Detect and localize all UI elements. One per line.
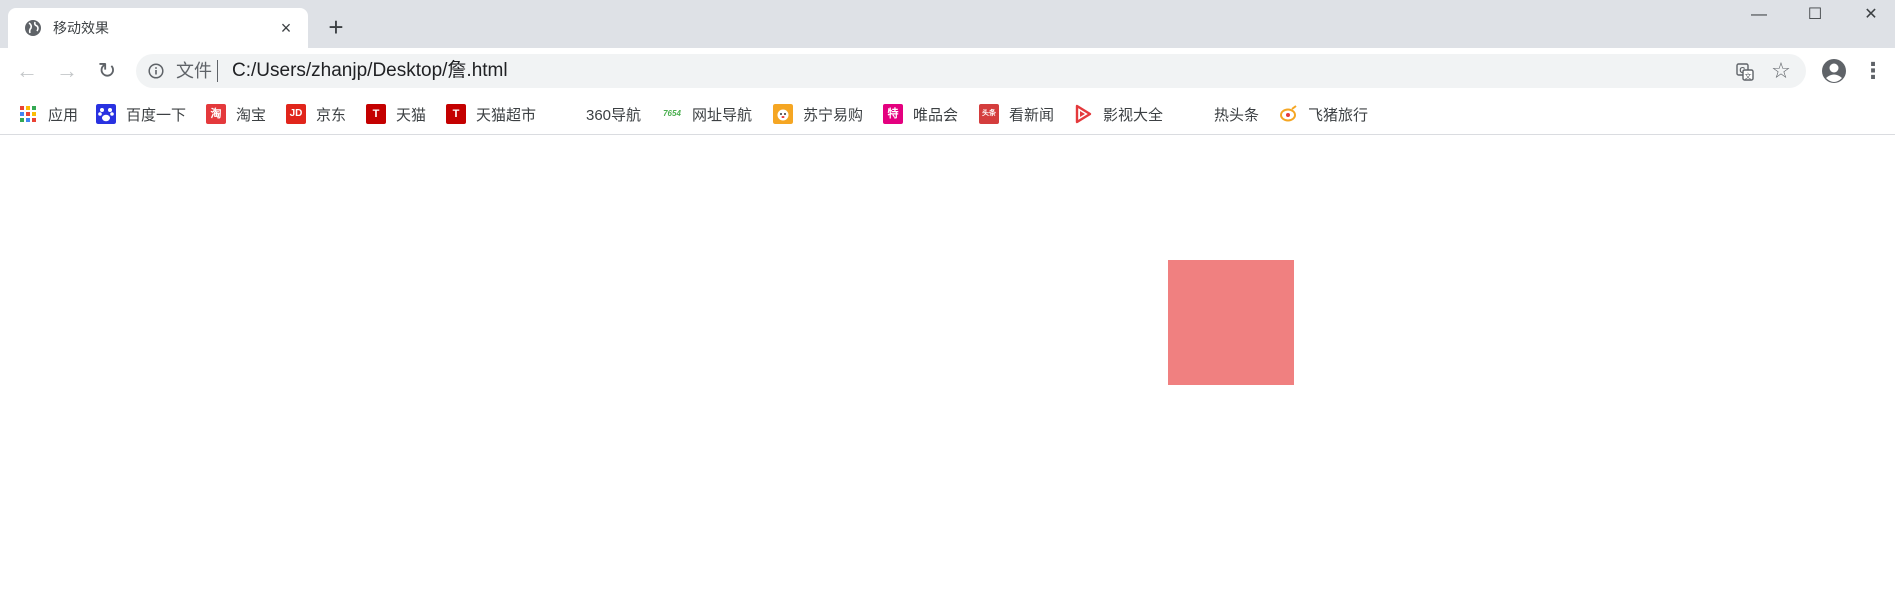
back-button[interactable]: ←: [12, 56, 42, 86]
bookmark-label: 网址导航: [692, 106, 753, 124]
url-text[interactable]: C:/Users/zhanjp/Desktop/詹.html: [232, 60, 508, 82]
close-tab-icon[interactable]: ×: [276, 18, 296, 38]
bookmarks-bar: 应用 百度一下 淘 淘宝 JD 京东 T 天猫 T 天猫超市 360导航 765…: [0, 94, 1895, 135]
tmall-supermarket-icon: T: [446, 104, 466, 124]
blank-icon: [556, 104, 576, 124]
bookmark-label: 热头条: [1214, 106, 1260, 124]
scheme-separator: [217, 60, 218, 82]
window-close-button[interactable]: ✕: [1843, 0, 1895, 30]
reload-button[interactable]: ↻: [92, 56, 122, 86]
bookmark-label: 百度一下: [126, 106, 187, 124]
new-tab-button[interactable]: +: [322, 13, 350, 41]
bookmark-label: 京东: [316, 106, 347, 124]
jd-icon: JD: [286, 104, 306, 124]
bookmark-jd[interactable]: JD 京东: [286, 94, 346, 134]
bookmark-label: 天猫: [396, 106, 427, 124]
info-icon[interactable]: [148, 63, 164, 79]
bookmark-hot-news[interactable]: 热头条: [1184, 94, 1259, 134]
bookmark-suning[interactable]: 苏宁易购: [773, 94, 863, 134]
bookmark-label: 360导航: [586, 106, 642, 124]
bookmark-vip[interactable]: 特 唯品会: [883, 94, 958, 134]
active-tab[interactable]: 移动效果 ×: [8, 8, 308, 48]
vip-icon: 特: [883, 104, 903, 124]
tab-strip: 移动效果 × + — ☐ ✕: [0, 0, 1895, 48]
profile-avatar-icon[interactable]: [1820, 57, 1848, 85]
7654-icon: 7654: [663, 109, 681, 118]
tab-title: 移动效果: [53, 20, 109, 36]
bookmark-baidu[interactable]: 百度一下: [96, 94, 186, 134]
bookmark-tmall-supermarket[interactable]: T 天猫超市: [446, 94, 536, 134]
maximize-button[interactable]: ☐: [1787, 0, 1843, 30]
bookmark-label: 影视大全: [1103, 106, 1164, 124]
menu-icon[interactable]: ⋮: [1862, 57, 1884, 85]
moving-box: [1168, 260, 1294, 385]
video-play-icon: [1075, 104, 1092, 124]
forward-button[interactable]: →: [52, 56, 82, 86]
tmall-icon: T: [366, 104, 386, 124]
bookmark-news[interactable]: 头条 看新闻: [979, 94, 1054, 134]
bookmark-7654[interactable]: 7654 网址导航: [662, 94, 752, 134]
svg-text:文: 文: [1745, 72, 1752, 81]
bookmark-label: 唯品会: [913, 106, 959, 124]
bookmark-star-icon[interactable]: ☆: [1768, 58, 1794, 84]
apps-grid-icon: [20, 106, 36, 122]
minimize-button[interactable]: —: [1731, 0, 1787, 30]
bookmark-tmall[interactable]: T 天猫: [366, 94, 426, 134]
globe-icon: [25, 20, 41, 36]
translate-icon[interactable]: G 文: [1736, 63, 1754, 81]
toutiao-news-icon: 头条: [979, 104, 999, 124]
bookmark-label: 淘宝: [236, 106, 267, 124]
bookmark-apps[interactable]: 应用: [18, 94, 78, 134]
bookmark-fliggy[interactable]: 飞猪旅行: [1278, 94, 1368, 134]
scheme-label: 文件: [176, 61, 212, 81]
bookmark-label: 天猫超市: [476, 106, 537, 124]
fliggy-icon: [1280, 105, 1297, 122]
baidu-paw-icon: [96, 104, 116, 124]
browser-toolbar: ← → ↻ 文件 C:/Users/zhanjp/Desktop/詹.html …: [0, 48, 1895, 94]
taobao-icon: 淘: [206, 104, 226, 124]
address-bar[interactable]: 文件 C:/Users/zhanjp/Desktop/詹.html G 文 ☆: [136, 54, 1806, 88]
suning-icon: [773, 104, 793, 124]
blank-icon: [1184, 104, 1204, 124]
bookmark-label: 应用: [48, 106, 79, 124]
bookmark-video[interactable]: 影视大全: [1073, 94, 1163, 134]
bookmark-label: 看新闻: [1009, 106, 1055, 124]
bookmark-label: 飞猪旅行: [1308, 106, 1369, 124]
bookmark-label: 苏宁易购: [803, 106, 864, 124]
bookmark-taobao[interactable]: 淘 淘宝: [206, 94, 266, 134]
bookmark-360[interactable]: 360导航: [556, 94, 641, 134]
